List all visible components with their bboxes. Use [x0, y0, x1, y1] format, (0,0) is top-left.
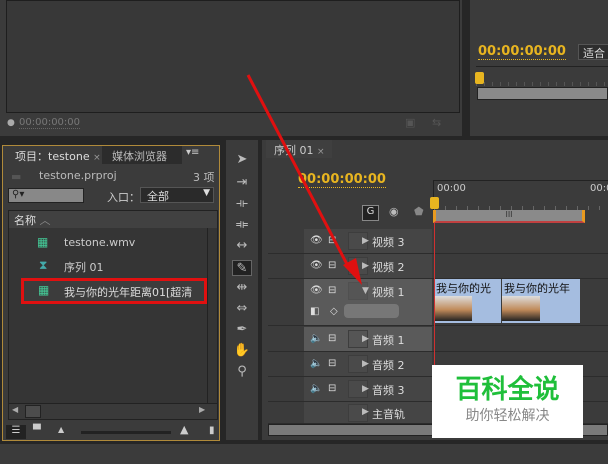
watermark: 百科全说 助你轻松解决	[432, 365, 583, 438]
watermark-subtitle: 助你轻松解决	[465, 408, 550, 424]
watermark-title: 百科全说	[455, 375, 560, 405]
